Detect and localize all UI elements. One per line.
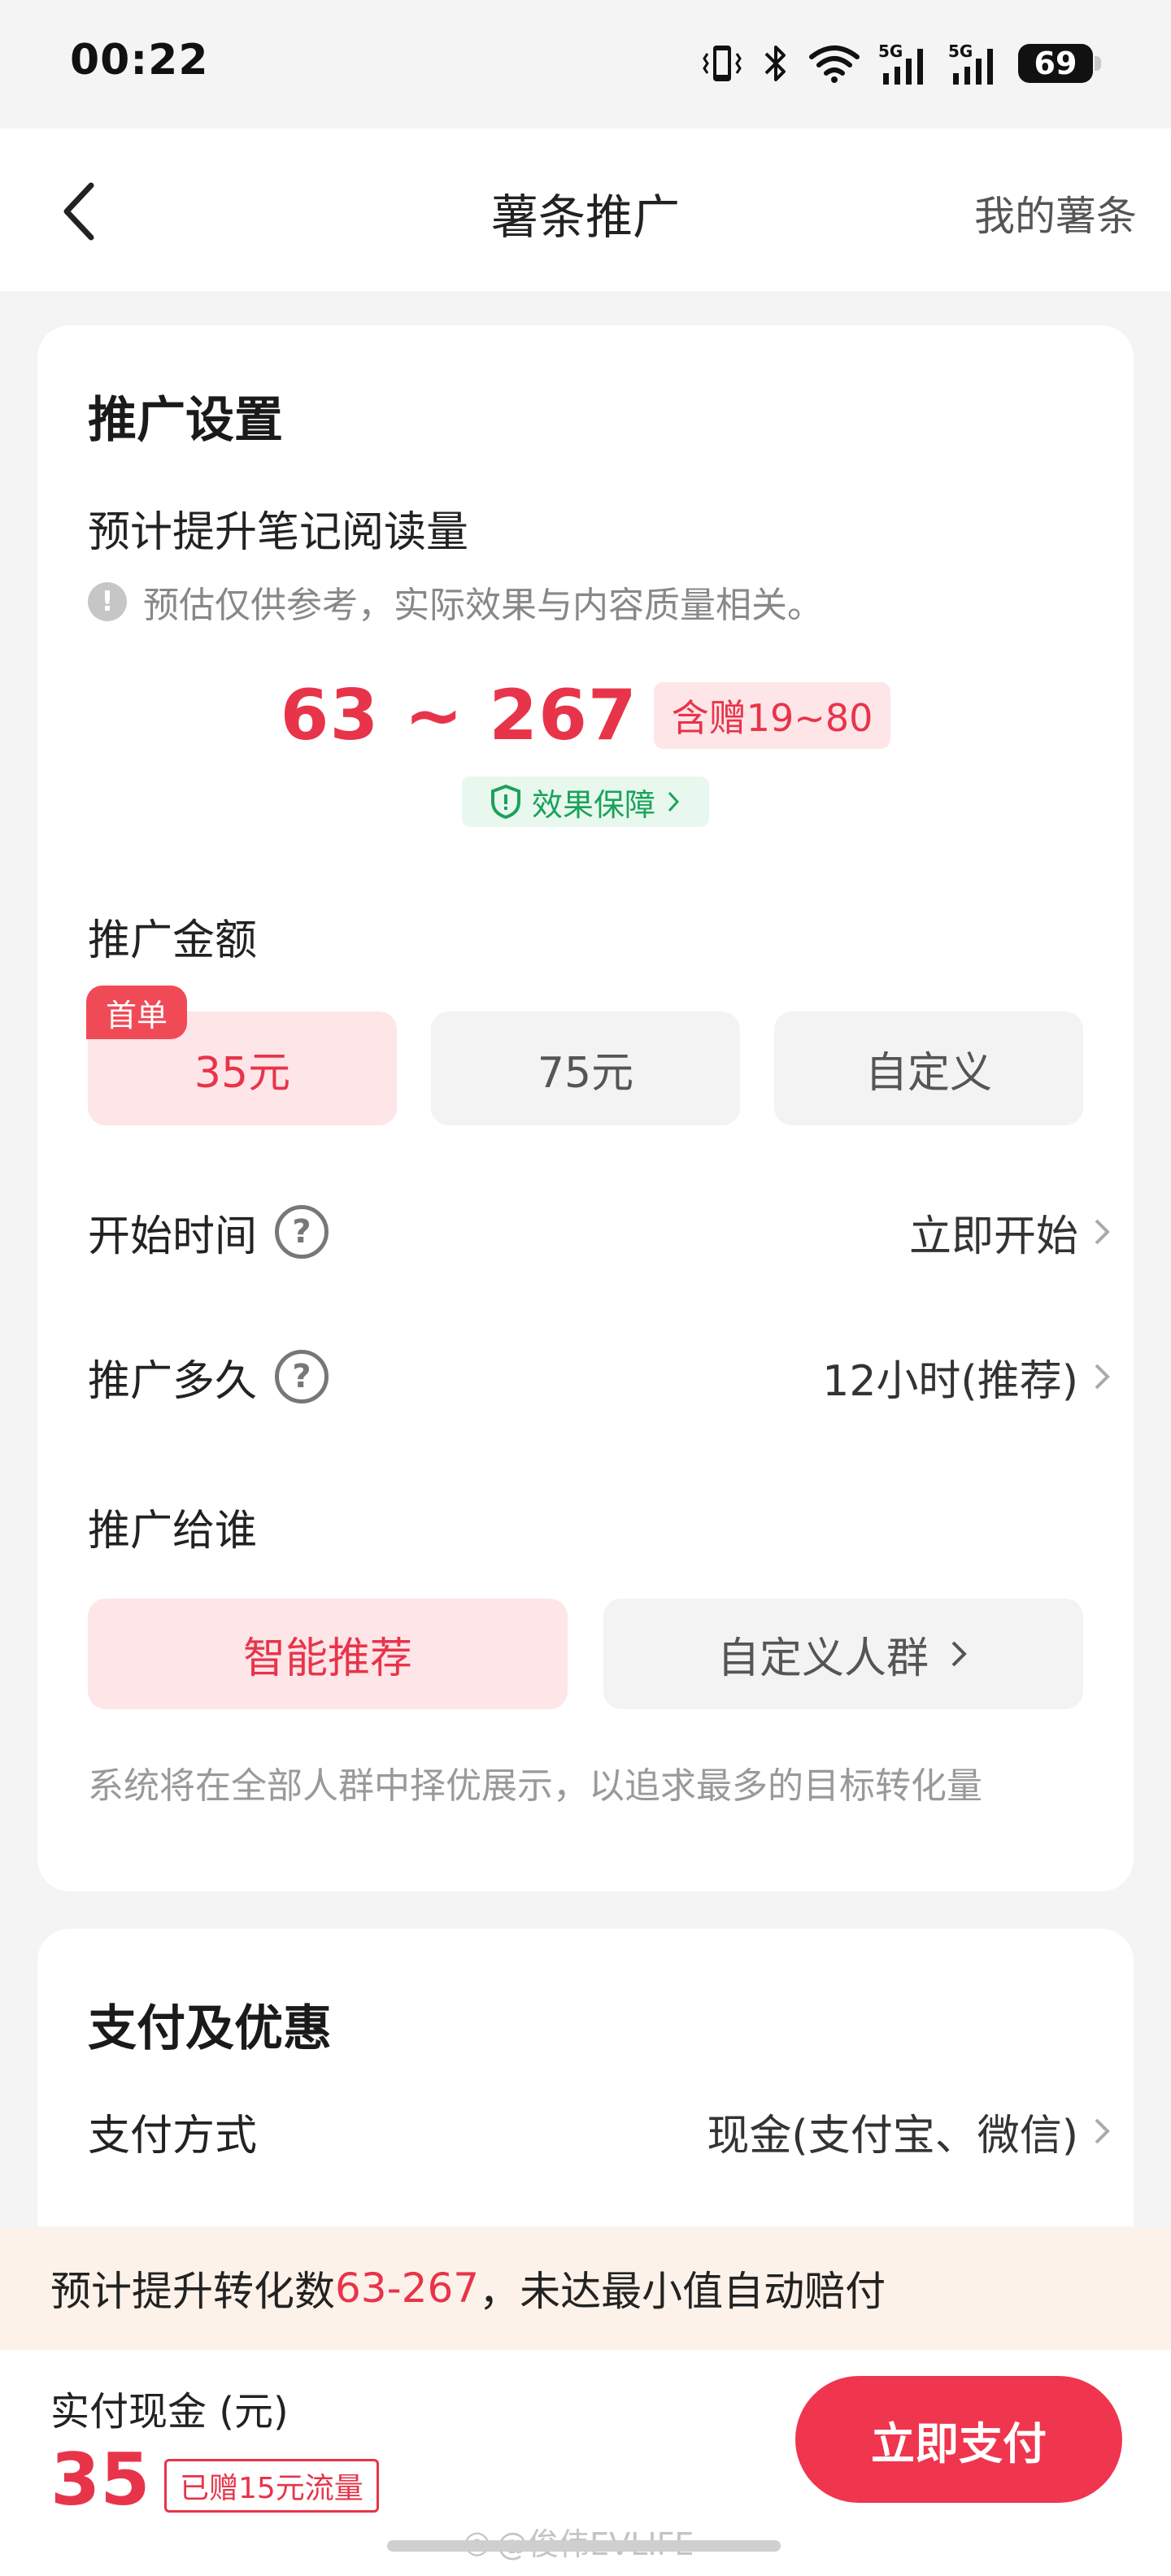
chevron-right-icon	[668, 791, 680, 812]
amount-option-35[interactable]: 35元 首单	[86, 986, 397, 1125]
gift-traffic-tag: 已赠15元流量	[164, 2459, 379, 2513]
wifi-icon	[809, 46, 860, 83]
status-icons: 5G 5G 69	[701, 39, 1101, 88]
help-icon[interactable]: ?	[275, 1350, 329, 1403]
payment-card: 支付及优惠 支付方式 现金(支付宝、微信)	[37, 1929, 1134, 2254]
duration-label: 推广多久	[88, 1356, 258, 1406]
amount-option-75[interactable]: 75元	[431, 1012, 740, 1125]
amount-option-custom[interactable]: 自定义	[774, 1012, 1083, 1125]
chevron-right-icon	[1095, 2118, 1110, 2144]
first-order-badge: 首单	[86, 986, 188, 1039]
amount-option-label: 35元	[194, 1048, 291, 1098]
audience-option-label: 智能推荐	[242, 1634, 412, 1683]
section-title: 支付及优惠	[88, 2000, 332, 2057]
my-orders-link[interactable]: 我的薯条	[974, 184, 1137, 242]
duration-value: 12小时(推荐)	[822, 1356, 1078, 1406]
nav-bar: 薯条推广 我的薯条	[0, 128, 1171, 291]
guarantee-label: 效果保障	[531, 786, 655, 823]
status-bar: 00:22 5G 5G 69	[0, 0, 1171, 128]
audience-custom[interactable]: 自定义人群	[603, 1599, 1083, 1709]
home-indicator[interactable]	[387, 2540, 781, 2552]
amount-label: 推广金额	[88, 916, 258, 965]
banner-prefix: 预计提升转化数	[50, 2268, 335, 2315]
bonus-tag: 含赠19~80	[653, 682, 891, 749]
amount-option-label: 自定义	[864, 1048, 992, 1098]
compensation-banner: 预计提升转化数 63-267 ，未达最小值自动赔付	[0, 2226, 1171, 2350]
banner-suffix: ，未达最小值自动赔付	[479, 2268, 886, 2315]
amount-option-label: 75元	[537, 1048, 634, 1098]
banner-highlight: 63-267	[335, 2265, 480, 2312]
promotion-settings-card: 推广设置 预计提升笔记阅读量 ! 预估仅供参考，实际效果与内容质量相关。 63 …	[37, 325, 1134, 1891]
payment-method-label: 支付方式	[88, 2111, 258, 2160]
chevron-right-icon	[1095, 1219, 1110, 1245]
start-time-row[interactable]: 开始时间 ? 立即开始	[88, 1195, 1112, 1268]
duration-row[interactable]: 推广多久 ? 12小时(推荐)	[88, 1340, 1112, 1413]
signal-icon: 5G	[948, 41, 993, 85]
estimate-note: ! 预估仅供参考，实际效果与内容质量相关。	[88, 576, 823, 628]
status-time: 00:22	[70, 36, 209, 85]
chevron-right-icon	[951, 1641, 967, 1667]
payment-method-row[interactable]: 支付方式 现金(支付宝、微信)	[88, 2095, 1112, 2168]
audience-option-label: 自定义人群	[716, 1634, 929, 1683]
estimate-label: 预计提升笔记阅读量	[88, 508, 469, 557]
estimate-note-text: 预估仅供参考，实际效果与内容质量相关。	[143, 585, 823, 626]
vibrate-icon	[703, 46, 742, 81]
audience-options: 智能推荐 自定义人群	[88, 1599, 1083, 1709]
signal-icon: 5G	[878, 41, 923, 85]
payment-method-value: 现金(支付宝、微信)	[707, 2111, 1078, 2160]
chevron-right-icon	[1095, 1364, 1110, 1390]
audience-description: 系统将在全部人群中择优展示，以追求最多的目标转化量	[88, 1765, 982, 1807]
bluetooth-icon	[764, 46, 786, 81]
audience-label: 推广给谁	[88, 1507, 258, 1556]
help-icon[interactable]: ?	[275, 1205, 329, 1259]
audience-smart-recommend[interactable]: 智能推荐	[88, 1599, 568, 1709]
svg-text:5G: 5G	[948, 41, 973, 61]
info-icon: !	[88, 582, 127, 621]
pay-label: 实付现金 (元)	[50, 2389, 289, 2435]
section-title: 推广设置	[88, 392, 283, 449]
pay-now-button[interactable]: 立即支付	[795, 2376, 1122, 2503]
start-time-label: 开始时间	[88, 1212, 258, 1261]
amount-options: 35元 首单 75元 自定义	[86, 986, 1083, 1125]
battery-icon: 69	[1018, 44, 1101, 83]
estimate-display: 63 ~ 267 含赠19~80	[37, 675, 1134, 756]
start-time-value: 立即开始	[908, 1212, 1078, 1261]
pay-amount: 35	[50, 2438, 150, 2522]
guarantee-badge[interactable]: 效果保障	[462, 777, 709, 827]
svg-text:5G: 5G	[878, 41, 903, 61]
estimate-range: 63 ~ 267	[280, 675, 638, 756]
shield-icon	[490, 784, 520, 820]
